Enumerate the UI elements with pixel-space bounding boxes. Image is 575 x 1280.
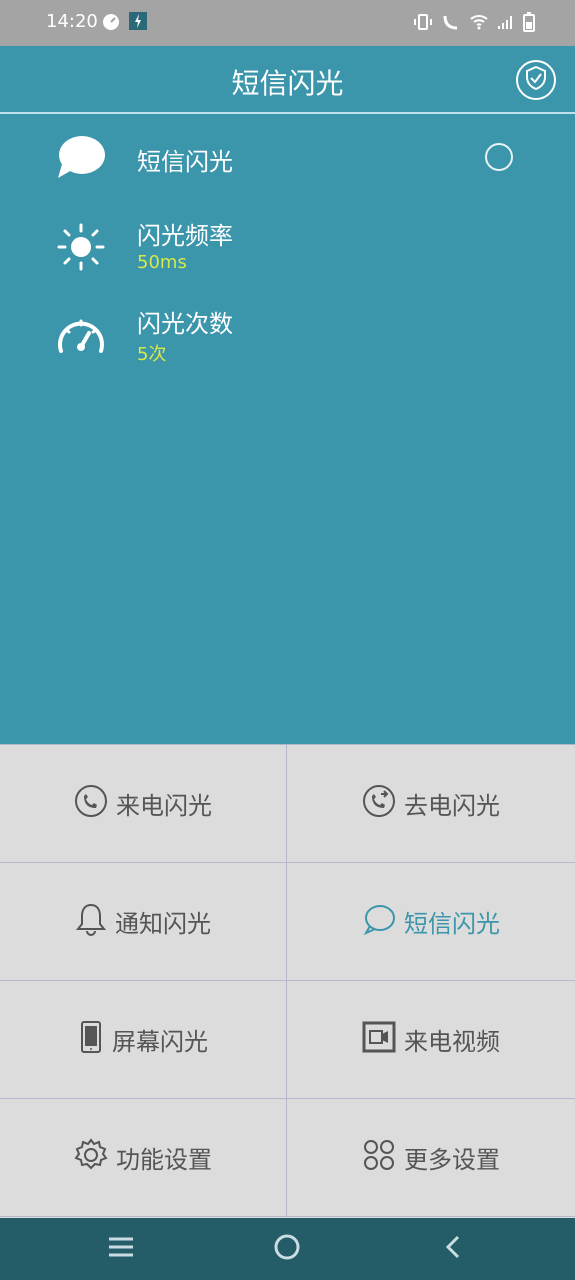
setting-row-flash-frequency[interactable]: 闪光频率 50ms (0, 204, 575, 284)
speedometer-icon (56, 310, 106, 360)
phone-device-icon (78, 1020, 104, 1060)
setting-value: 5次 (137, 344, 167, 365)
phone-outgoing-icon (362, 784, 396, 824)
menu-label: 功能设置 (116, 1146, 212, 1174)
menu-label: 更多设置 (404, 1146, 500, 1174)
menu-incoming-call-flash[interactable]: 来电闪光 (0, 745, 287, 863)
menu-more-settings[interactable]: 更多设置 (287, 1099, 575, 1217)
home-button[interactable] (272, 1234, 302, 1264)
wifi-icon (469, 13, 489, 35)
battery-icon (523, 12, 535, 36)
recent-apps-button[interactable] (106, 1234, 136, 1264)
feature-grid: 来电闪光 去电闪光 通知闪光 短信闪光 屏幕闪光 来电视频 功能设置 更多设置 (0, 744, 575, 1219)
menu-notification-flash[interactable]: 通知闪光 (0, 863, 287, 981)
chevron-left-icon (442, 1234, 464, 1264)
menu-label: 来电闪光 (116, 792, 212, 820)
page-title: 短信闪光 (231, 67, 344, 100)
circle-icon (272, 1232, 302, 1266)
setting-row-sms-flash[interactable]: 短信闪光 (0, 114, 575, 194)
menu-sms-flash[interactable]: 短信闪光 (287, 863, 575, 981)
menu-label: 短信闪光 (404, 910, 500, 938)
sms-flash-radio[interactable] (485, 143, 513, 171)
menu-icon (107, 1236, 135, 1262)
gear-icon (74, 1137, 108, 1178)
phone-icon (74, 784, 108, 824)
vibrate-icon (413, 12, 433, 36)
setting-value: 50ms (137, 252, 187, 273)
setting-row-flash-count[interactable]: 闪光次数 5次 (0, 292, 575, 372)
chat-bubble-icon (56, 132, 106, 182)
status-time: 14:20 (46, 11, 98, 32)
menu-label: 屏幕闪光 (112, 1028, 208, 1056)
menu-function-settings[interactable]: 功能设置 (0, 1099, 287, 1217)
menu-label: 去电闪光 (404, 792, 500, 820)
setting-title: 短信闪光 (137, 148, 233, 176)
system-nav-bar (0, 1218, 575, 1280)
signal-icon (497, 13, 515, 35)
setting-title: 闪光频率 (137, 222, 233, 250)
bell-icon (75, 902, 107, 942)
flash-app-icon (129, 12, 147, 36)
menu-screen-flash[interactable]: 屏幕闪光 (0, 981, 287, 1099)
wifi-call-icon (441, 12, 461, 36)
video-icon (362, 1021, 396, 1059)
sun-icon (56, 222, 106, 272)
privacy-shield-button[interactable] (516, 60, 556, 100)
data-saver-icon (101, 12, 121, 36)
menu-outgoing-call-flash[interactable]: 去电闪光 (287, 745, 575, 863)
menu-label: 通知闪光 (115, 910, 211, 938)
chat-bubble-icon (362, 903, 396, 941)
shield-icon (523, 65, 549, 95)
grid-icon (362, 1138, 396, 1178)
menu-incoming-video[interactable]: 来电视频 (287, 981, 575, 1099)
menu-label: 来电视频 (404, 1028, 500, 1056)
status-bar: 14:20 (0, 0, 575, 46)
back-button[interactable] (438, 1234, 468, 1264)
setting-title: 闪光次数 (137, 310, 233, 338)
app-bar: 短信闪光 (0, 46, 575, 114)
